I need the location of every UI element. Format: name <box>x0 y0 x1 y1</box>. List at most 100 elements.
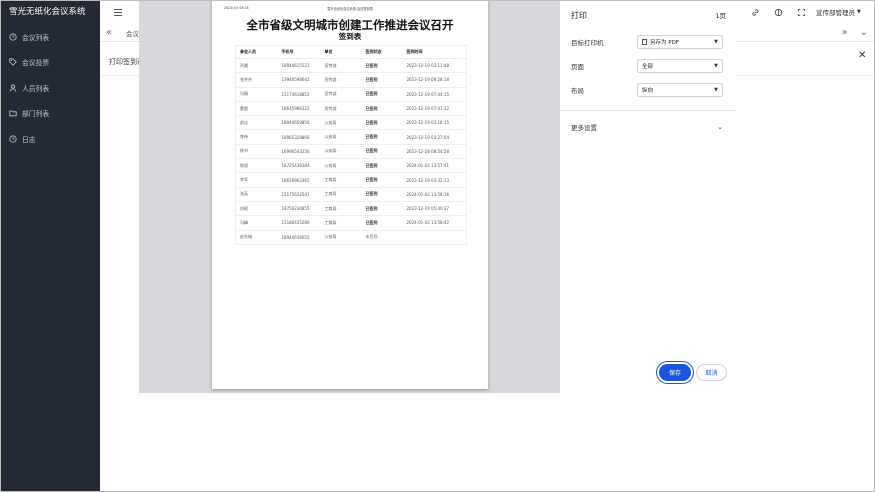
table-row: 张英 15175632541 工商局 已签到 2024-01-02 13:58:16 <box>235 187 467 202</box>
attendee-name: 张齐杰 <box>235 72 278 88</box>
table-row: 俞洁 18944659856 公安局 已签到 2023-12-19 03:16:15 <box>235 115 467 131</box>
unit: 公安局 <box>320 115 362 131</box>
unit: 公安局 <box>320 158 362 174</box>
sidebar: 雪光无纸化会议系统 会议列表 会议投票 人员列表 部门列表 日志 <box>0 0 100 492</box>
sidebar-item-meetings[interactable]: 会议列表 <box>0 24 100 50</box>
signin-time <box>402 230 467 245</box>
signin-status: 已签到 <box>361 144 403 160</box>
sidebar-item-departments[interactable]: 部门列表 <box>0 101 100 127</box>
signin-time: 2023-12-19 03:11:48 <box>402 58 467 74</box>
signin-status: 已签到 <box>361 172 403 188</box>
phone-number: 15175632541 <box>277 187 321 202</box>
chevron-down-icon: ▼ <box>714 39 718 45</box>
destination-label: 目标打印机 <box>571 39 604 47</box>
tabs-scroll-right-icon[interactable]: » <box>841 27 847 38</box>
phone-number: 15174618852 <box>277 87 321 102</box>
clock-icon <box>9 135 17 143</box>
sidebar-item-votes[interactable]: 会议投票 <box>0 50 100 76</box>
unit: 工商局 <box>320 215 362 231</box>
cancel-button[interactable]: 取消 <box>696 364 727 381</box>
table-row: 刘昭 18756230855 工商局 已签到 2023-12-19 05:40:37 <box>235 201 467 217</box>
phone-number: 18944615523 <box>277 58 321 74</box>
unit: 宣传部 <box>320 58 362 74</box>
tabs-scroll-left-icon[interactable]: « <box>106 27 118 38</box>
tabs-dropdown-icon[interactable]: ⌄ <box>860 27 868 38</box>
destination-row: 目标打印机 另存为 PDF ▼ <box>560 30 737 54</box>
signin-time: 2023-12-19 07:41:12 <box>402 101 467 117</box>
signin-status: 已签到 <box>361 58 403 74</box>
signin-time: 2023-12-19 09:28:18 <box>402 72 467 88</box>
chevron-down-icon: ▼ <box>714 87 718 93</box>
menu-toggle-icon[interactable] <box>114 8 122 16</box>
unit: 宣传部 <box>320 87 362 102</box>
table-row: 冯峰 15186435286 工商局 已签到 2024-01-02 13:58:42 <box>235 215 467 231</box>
table-row: 张齐杰 13946598642 宣传部 已签到 2023-12-19 09:28:18 <box>235 72 467 88</box>
signin-time: 2023-12-19 03:16:15 <box>402 115 467 131</box>
close-icon[interactable]: ✕ <box>858 50 866 61</box>
chevron-down-icon: ▼ <box>714 63 718 69</box>
pages-select[interactable]: 全部 ▼ <box>637 59 723 73</box>
phone-number: 18944656655 <box>277 230 321 245</box>
table-row: 李军 18656962365 工商局 已签到 2023-12-19 03:32:13 <box>235 172 467 188</box>
sidebar-item-label: 日志 <box>22 135 36 144</box>
destination-select[interactable]: 另存为 PDF ▼ <box>637 35 723 49</box>
unit: 工商局 <box>320 187 362 202</box>
tag-icon <box>9 58 17 67</box>
column-header: 签到时间 <box>402 45 467 59</box>
attendee-name: 刘昭 <box>235 201 278 217</box>
layout-row: 布局 纵向 ▼ <box>560 78 737 102</box>
phone-number: 18965329866 <box>277 129 321 145</box>
sidebar-item-label: 人员列表 <box>22 84 50 93</box>
print-preview-overlay: 2024/1/5 09:18 雪光无纸化会议系统-会议签到表 全市省级文明城市创… <box>139 0 737 393</box>
attendee-name: 蒙超 <box>235 101 278 117</box>
print-settings-panel: 打印 1页 目标打印机 另存为 PDF ▼ 页面 全部 ▼ 布局 纵向 ▼ 更多… <box>560 0 737 393</box>
print-panel-title: 打印 <box>571 10 587 20</box>
signin-status: 未签到 <box>361 230 403 245</box>
column-header: 签到状态 <box>361 45 403 59</box>
signin-time: 2024-01-02 13:58:16 <box>402 187 467 202</box>
user-name: 宣传部管理员 <box>816 9 855 17</box>
attendee-name: 李军 <box>235 172 278 188</box>
page-count: 1页 <box>715 12 726 20</box>
column-header: 参会人员 <box>235 45 278 59</box>
clock-icon <box>9 33 17 41</box>
signin-status: 已签到 <box>361 87 403 102</box>
layout-label: 布局 <box>571 87 584 95</box>
sidebar-item-label: 会议列表 <box>22 33 50 42</box>
signin-time: 2023-12-19 03:27:04 <box>402 129 467 145</box>
attendee-name: 俞洁 <box>235 115 278 131</box>
pages-value: 全部 <box>642 64 654 70</box>
sidebar-item-people[interactable]: 人员列表 <box>0 75 100 101</box>
save-button[interactable]: 保存 <box>659 364 691 381</box>
print-page: 2024/1/5 09:18 雪光无纸化会议系统-会议签到表 全市省级文明城市创… <box>212 0 488 389</box>
tab-meeting[interactable]: 会议 <box>126 28 139 38</box>
user-menu[interactable]: 宣传部管理员 ▼ <box>816 7 861 17</box>
print-header-title: 雪光无纸化会议系统-会议签到表 <box>327 7 373 11</box>
table-row: 赵东城 18944656655 公安局 未签到 <box>235 230 467 245</box>
theme-icon[interactable] <box>773 7 783 17</box>
unit: 宣传部 <box>320 101 362 117</box>
sidebar-item-logs[interactable]: 日志 <box>0 126 100 152</box>
chevron-down-icon: ▼ <box>857 9 861 15</box>
attendee-name: 张英 <box>235 187 278 202</box>
fullscreen-icon[interactable] <box>796 7 806 17</box>
attendee-name: 冯峰 <box>235 215 278 231</box>
chevron-down-icon: ⌄ <box>717 123 723 131</box>
more-settings-toggle[interactable]: 更多设置 ⌄ <box>560 111 737 143</box>
layout-select[interactable]: 纵向 ▼ <box>637 83 723 97</box>
phone-number: 18656962365 <box>277 172 321 188</box>
unit: 工商局 <box>320 172 362 188</box>
more-settings-label: 更多设置 <box>571 124 597 132</box>
phone-number: 18725436384 <box>277 158 321 174</box>
phone-number: 13946598642 <box>277 72 321 88</box>
layout-value: 纵向 <box>642 88 654 94</box>
signin-time: 2023-12-19 07:44:15 <box>402 87 467 102</box>
phone-number: 18756230855 <box>277 201 321 217</box>
link-icon[interactable] <box>750 7 760 17</box>
top-right-toolbar: 宣传部管理员 ▼ <box>737 0 875 24</box>
table-row: 蒙超 18645986322 宣传部 已签到 2023-12-19 07:41:12 <box>235 101 467 117</box>
unit: 公安局 <box>320 144 362 160</box>
print-panel-header: 打印 1页 <box>560 0 737 30</box>
sidebar-item-label: 会议投票 <box>22 59 50 68</box>
signin-status: 已签到 <box>361 101 403 117</box>
